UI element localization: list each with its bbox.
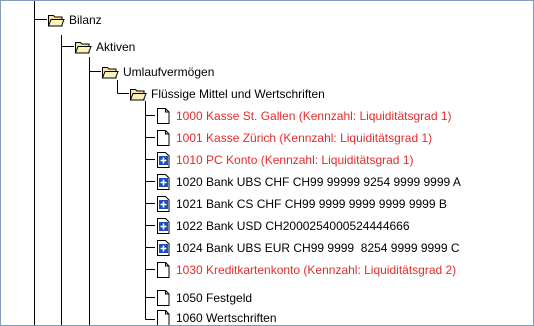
document-icon [154, 309, 172, 325]
document-plus-icon [154, 195, 172, 213]
tree-node-account[interactable]: 1050 Festgeld [154, 287, 252, 309]
document-plus-icon [154, 151, 172, 169]
tree-node-label: 1022 Bank USD CH2000254000524444666 [176, 219, 410, 233]
tree-node-account[interactable]: 1024 Bank UBS EUR CH99 9999 8254 9999 99… [154, 237, 460, 259]
tree-node-account[interactable]: 1020 Bank UBS CHF CH99 99999 9254 9999 9… [154, 171, 461, 193]
tree-node-umlaufvermoegen[interactable]: Umlaufvermögen [101, 61, 214, 83]
tree-node-label: 1001 Kasse Zürich (Kennzahl: Liquiditäts… [176, 131, 433, 145]
document-icon [154, 289, 172, 307]
tree-node-account[interactable]: 1010 PC Konto (Kennzahl: Liquiditätsgrad… [154, 149, 414, 171]
tree-node-account[interactable]: 1030 Kreditkartenkonto (Kennzahl: Liquid… [154, 259, 456, 281]
tree-node-label: Umlaufvermögen [123, 65, 215, 79]
folder-open-icon [74, 38, 92, 56]
tree-node-fluessige-mittel[interactable]: Flüssige Mittel und Wertschriften [129, 83, 325, 105]
folder-open-icon [129, 85, 147, 103]
document-plus-icon [154, 217, 172, 235]
tree-view[interactable]: Bilanz Aktiven Umlaufvermögen Flüssige M… [0, 0, 534, 326]
tree-node-label: 1024 Bank UBS EUR CH99 9999 8254 9999 99… [176, 241, 460, 255]
tree-node-label: 1050 Festgeld [176, 291, 253, 305]
document-icon [154, 261, 172, 279]
document-icon [154, 129, 172, 147]
tree-node-account[interactable]: 1021 Bank CS CHF CH99 9999 9999 9999 999… [154, 193, 447, 215]
tree-node-label: Bilanz [69, 13, 102, 27]
tree-node-account[interactable]: 1060 Wertschriften [154, 307, 277, 325]
tree-node-account[interactable]: 1001 Kasse Zürich (Kennzahl: Liquiditäts… [154, 127, 432, 149]
tree-node-label: 1010 PC Konto (Kennzahl: Liquiditätsgrad… [176, 153, 414, 167]
tree-node-label: Flüssige Mittel und Wertschriften [151, 87, 325, 101]
tree-node-label: 1000 Kasse St. Gallen (Kennzahl: Liquidi… [176, 109, 452, 123]
folder-open-icon [101, 63, 119, 81]
folder-open-icon [47, 11, 65, 29]
tree-node-label: 1020 Bank UBS CHF CH99 99999 9254 9999 9… [176, 175, 461, 189]
tree-node-label: 1030 Kreditkartenkonto (Kennzahl: Liquid… [176, 263, 457, 277]
tree-node-aktiven[interactable]: Aktiven [74, 36, 135, 58]
tree-node-bilanz[interactable]: Bilanz [47, 9, 102, 31]
tree-node-label: 1021 Bank CS CHF CH99 9999 9999 9999 999… [176, 197, 447, 211]
tree-node-label: 1060 Wertschriften [176, 311, 277, 325]
tree-node-account[interactable]: 1022 Bank USD CH2000254000524444666 [154, 215, 410, 237]
document-icon [154, 107, 172, 125]
tree-node-account[interactable]: 1000 Kasse St. Gallen (Kennzahl: Liquidi… [154, 105, 452, 127]
tree-node-label: Aktiven [96, 40, 136, 54]
document-plus-icon [154, 173, 172, 191]
document-plus-icon [154, 239, 172, 257]
